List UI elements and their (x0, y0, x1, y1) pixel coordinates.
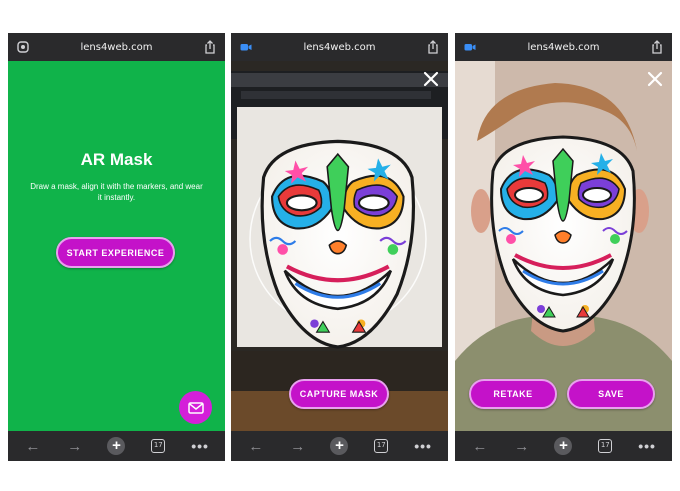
forward-button[interactable]: → (287, 436, 309, 456)
plus-icon: + (330, 437, 349, 455)
close-icon[interactable] (423, 71, 439, 87)
more-icon: ••• (638, 438, 656, 454)
share-icon[interactable] (651, 40, 663, 54)
retake-button[interactable]: RETAKE (469, 379, 557, 409)
share-icon[interactable] (427, 40, 439, 54)
more-button[interactable]: ••• (189, 436, 211, 456)
page-title: AR Mask (80, 150, 153, 169)
camera-view: CAPTURE MASK (231, 61, 448, 431)
camera-feed: RETAKE SAVE (455, 61, 672, 431)
mail-icon (187, 401, 204, 414)
new-tab-button[interactable]: + (105, 436, 127, 456)
browser-address-bar[interactable]: lens4web.com (8, 33, 225, 61)
phone-screen-capture: lens4web.com CAPTURE MASK ← → + 17 ••• (231, 33, 448, 461)
more-button[interactable]: ••• (412, 436, 434, 456)
plus-icon: + (554, 437, 573, 455)
forward-arrow-icon: → (67, 437, 83, 455)
camera-scene (231, 61, 448, 431)
tabs-button[interactable]: 17 (594, 436, 616, 456)
camera-icon[interactable] (240, 41, 252, 53)
web-content: AR Mask Draw a mask, align it with the m… (8, 61, 225, 431)
plus-icon: + (107, 437, 126, 455)
back-arrow-icon: ← (25, 437, 41, 455)
back-arrow-icon: ← (248, 437, 264, 455)
back-button[interactable]: ← (245, 436, 267, 456)
tab-count: 17 (374, 439, 389, 453)
tab-count: 17 (598, 439, 613, 453)
camera-icon[interactable] (464, 41, 476, 53)
new-tab-button[interactable]: + (328, 436, 350, 456)
browser-toolbar: ← → + 17 ••• (231, 431, 448, 461)
browser-address-bar[interactable]: lens4web.com (231, 33, 448, 61)
forward-arrow-icon: → (290, 437, 306, 455)
start-experience-button[interactable]: START EXPERIENCE (56, 237, 175, 268)
tabs-button[interactable]: 17 (147, 436, 169, 456)
back-arrow-icon: ← (472, 437, 488, 455)
share-icon[interactable] (204, 40, 216, 54)
forward-button[interactable]: → (64, 436, 86, 456)
back-button[interactable]: ← (469, 436, 491, 456)
url-text: lens4web.com (80, 41, 153, 53)
page-description: Draw a mask, align it with the markers, … (30, 182, 203, 202)
landing-panel: AR Mask Draw a mask, align it with the m… (8, 61, 225, 431)
save-button[interactable]: SAVE (567, 379, 655, 409)
url-text: lens4web.com (303, 41, 376, 53)
more-icon: ••• (414, 438, 432, 454)
selfie-scene (455, 61, 672, 431)
close-icon[interactable] (647, 71, 663, 87)
more-button[interactable]: ••• (636, 436, 658, 456)
camera-view: RETAKE SAVE (455, 61, 672, 431)
tabs-button[interactable]: 17 (370, 436, 392, 456)
phone-screen-start: lens4web.com AR Mask Draw a mask, align … (8, 33, 225, 461)
browser-address-bar[interactable]: lens4web.com (455, 33, 672, 61)
url-text: lens4web.com (527, 41, 600, 53)
capture-mask-button[interactable]: CAPTURE MASK (289, 379, 389, 409)
browser-toolbar: ← → + 17 ••• (455, 431, 672, 461)
tab-count: 17 (151, 439, 166, 453)
forward-button[interactable]: → (511, 436, 533, 456)
browser-toolbar: ← → + 17 ••• (8, 431, 225, 461)
camera-feed: CAPTURE MASK (231, 61, 448, 431)
reader-icon[interactable] (17, 41, 29, 53)
contact-button[interactable] (179, 391, 212, 424)
phone-screen-preview: lens4web.com RETAKE SAVE ← → + 17 ••• (455, 33, 672, 461)
forward-arrow-icon: → (514, 437, 530, 455)
new-tab-button[interactable]: + (552, 436, 574, 456)
more-icon: ••• (191, 438, 209, 454)
back-button[interactable]: ← (22, 436, 44, 456)
